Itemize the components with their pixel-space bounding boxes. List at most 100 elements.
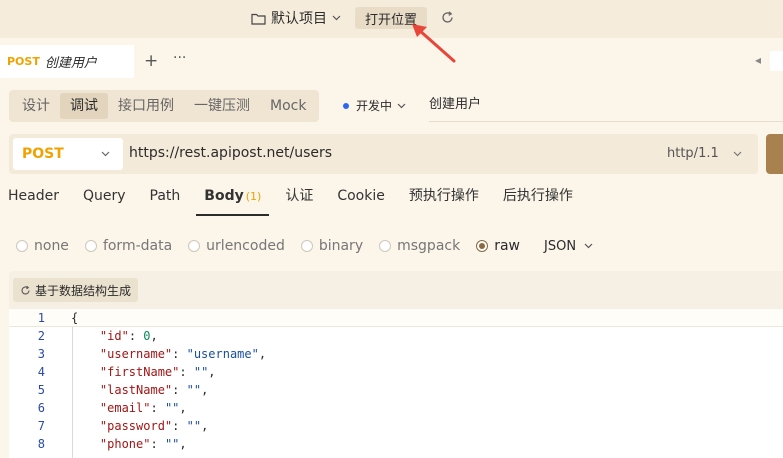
generate-from-schema-button[interactable]: 基于数据结构生成 bbox=[13, 278, 139, 302]
generate-label: 基于数据结构生成 bbox=[35, 283, 132, 298]
json-key: "email" bbox=[99, 401, 151, 415]
radio-icon bbox=[188, 240, 201, 252]
line-number: 5 bbox=[37, 383, 45, 397]
body-type-options: none form-data urlencoded binary msgpack… bbox=[16, 236, 593, 256]
add-tab-icon[interactable]: + bbox=[144, 51, 158, 71]
tab-body[interactable]: Body (1) bbox=[196, 180, 270, 216]
method-select[interactable]: POST bbox=[13, 138, 123, 170]
scroll-left-icon[interactable]: ◂ bbox=[755, 53, 761, 67]
sync-icon bbox=[21, 285, 30, 294]
radio-icon bbox=[84, 240, 97, 252]
http-version-select[interactable]: http/1.1 bbox=[667, 146, 719, 161]
tab-method: POST bbox=[7, 55, 40, 68]
status-label: 开发中 bbox=[356, 99, 393, 113]
code-text: "firstName": "", bbox=[99, 365, 216, 379]
body-type-urlencoded[interactable]: urlencoded bbox=[188, 238, 285, 254]
method-label: POST bbox=[22, 146, 64, 162]
code-line: 6 "email": "", bbox=[9, 399, 783, 417]
json-key: "password" bbox=[99, 419, 173, 433]
code-text: "id": 0, bbox=[99, 329, 158, 343]
code-line: 8 "phone": "", bbox=[9, 435, 783, 453]
body-type-label: form-data bbox=[102, 238, 173, 254]
body-type-msgpack[interactable]: msgpack bbox=[379, 238, 460, 254]
body-type-label: urlencoded bbox=[206, 238, 285, 254]
code-line: 3 "username": "username", bbox=[9, 345, 783, 363]
mode-test-cases[interactable]: 接口用例 bbox=[108, 93, 184, 119]
project-selector[interactable]: 默认项目 bbox=[251, 8, 346, 28]
mode-design[interactable]: 设计 bbox=[12, 93, 60, 119]
body-type-label: msgpack bbox=[397, 238, 461, 254]
chevron-down-icon bbox=[101, 151, 110, 157]
line-number: 2 bbox=[37, 329, 45, 343]
tab-pre-script[interactable]: 预执行操作 bbox=[401, 180, 487, 216]
tab-right-panel bbox=[770, 51, 783, 71]
status-selector[interactable]: 开发中 bbox=[343, 97, 406, 114]
line-number: 8 bbox=[37, 437, 45, 451]
line-number: 1 bbox=[37, 311, 45, 325]
chevron-down-icon bbox=[733, 151, 742, 157]
code-line: 1 { bbox=[9, 309, 783, 327]
tab-header[interactable]: Header bbox=[0, 180, 67, 216]
status-dot-icon bbox=[343, 102, 349, 109]
json-value: "" bbox=[186, 419, 202, 433]
tab-header-label: Header bbox=[8, 188, 59, 204]
api-name-input[interactable]: 创建用户 bbox=[429, 90, 783, 122]
url-input[interactable]: https://rest.apipost.net/users bbox=[129, 145, 332, 161]
json-value: "" bbox=[186, 383, 202, 397]
line-number: 4 bbox=[37, 365, 45, 379]
chevron-down-icon bbox=[584, 243, 593, 249]
chevron-down-icon bbox=[397, 103, 406, 108]
top-bar: 默认项目 打开位置 bbox=[0, 0, 783, 63]
request-tabs: Header Query Path Body (1) 认证 Cookie 预执行操… bbox=[0, 180, 589, 216]
body-type-raw[interactable]: raw bbox=[476, 238, 520, 254]
tab-path[interactable]: Path bbox=[142, 180, 189, 216]
raw-format-select[interactable]: JSON bbox=[544, 239, 593, 254]
code-text: { bbox=[71, 311, 79, 325]
json-value: "" bbox=[164, 437, 180, 451]
mode-stress-test[interactable]: 一键压测 bbox=[184, 93, 260, 119]
radio-icon bbox=[379, 240, 392, 252]
mode-debug[interactable]: 调试 bbox=[60, 93, 108, 119]
body-type-form-data[interactable]: form-data bbox=[84, 238, 173, 254]
json-value: "username" bbox=[186, 347, 259, 361]
body-type-binary[interactable]: binary bbox=[300, 238, 364, 254]
tab-query-label: Query bbox=[82, 188, 126, 204]
body-type-label: binary bbox=[318, 238, 364, 254]
code-line: 4 "firstName": "", bbox=[9, 363, 783, 381]
json-value: "" bbox=[164, 401, 180, 415]
code-text: "password": "", bbox=[99, 419, 209, 433]
code-text: "phone": "", bbox=[99, 437, 187, 451]
json-key: "lastName" bbox=[99, 383, 173, 397]
tab-path-label: Path bbox=[149, 188, 181, 204]
more-tabs-icon[interactable]: ··· bbox=[173, 50, 186, 66]
tab-bar: POST 创建用户 + ··· ◂ bbox=[0, 45, 783, 78]
json-value: "" bbox=[193, 365, 209, 379]
line-number: 3 bbox=[37, 347, 45, 361]
radio-icon bbox=[300, 240, 313, 252]
json-key: "phone" bbox=[99, 437, 151, 451]
line-number: 6 bbox=[37, 401, 45, 415]
body-editor-panel: 基于数据结构生成 1 { 2 "id": 0, 3 "username": "u… bbox=[9, 271, 783, 458]
mode-mock[interactable]: Mock bbox=[260, 93, 316, 119]
project-name: 默认项目 bbox=[271, 11, 327, 27]
code-text: "lastName": "", bbox=[99, 383, 209, 397]
send-button[interactable] bbox=[766, 134, 783, 174]
code-line: 5 "lastName": "", bbox=[9, 381, 783, 399]
code-line: 7 "password": "", bbox=[9, 417, 783, 435]
tab-body-label: Body bbox=[204, 188, 244, 204]
radio-selected-icon bbox=[476, 240, 489, 252]
tab-auth[interactable]: 认证 bbox=[277, 180, 321, 216]
tab-query[interactable]: Query bbox=[75, 180, 134, 216]
code-text: "email": "", bbox=[99, 401, 187, 415]
json-key: "username" bbox=[99, 347, 173, 361]
line-number: 7 bbox=[37, 419, 45, 433]
tab-cookie[interactable]: Cookie bbox=[329, 180, 393, 216]
tab-create-user[interactable]: POST 创建用户 bbox=[0, 45, 134, 78]
tab-post-script[interactable]: 后执行操作 bbox=[495, 180, 581, 216]
tab-cookie-label: Cookie bbox=[337, 188, 385, 204]
code-editor[interactable]: 1 { 2 "id": 0, 3 "username": "username",… bbox=[9, 309, 783, 458]
body-type-label: raw bbox=[494, 238, 520, 254]
body-type-label: none bbox=[34, 238, 69, 254]
body-type-none[interactable]: none bbox=[16, 238, 69, 254]
json-value: 0 bbox=[143, 329, 151, 343]
